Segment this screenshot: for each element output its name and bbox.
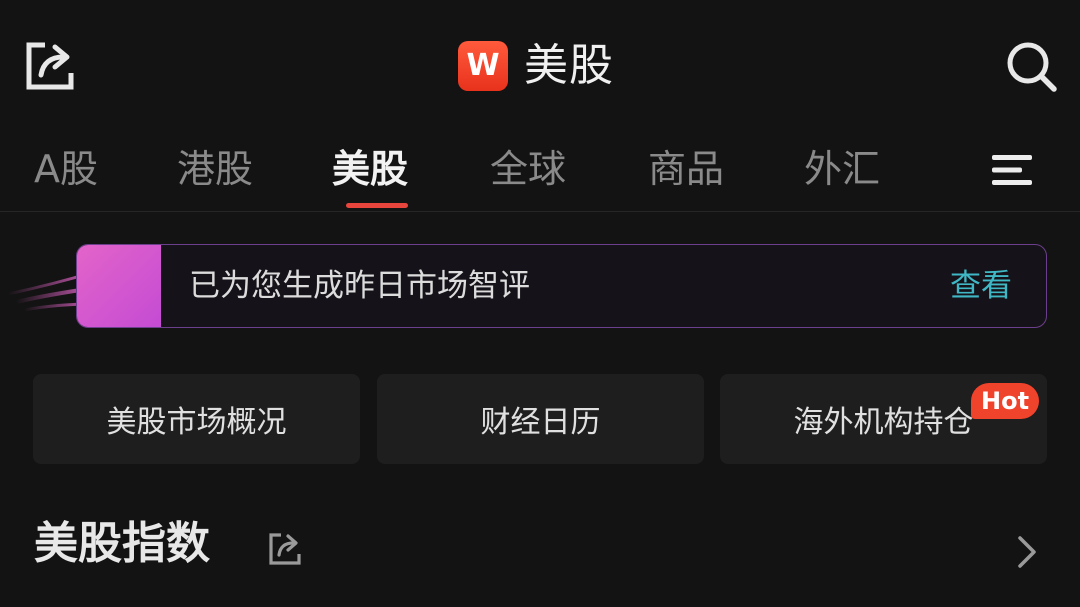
card-label: 美股市场概况 [106, 405, 287, 440]
page-title: 美股 [524, 40, 614, 91]
share-button[interactable] [22, 38, 78, 94]
tab-global[interactable]: 全球 [490, 144, 566, 194]
card-label: 海外机构持仓 [793, 405, 974, 440]
logo-letter: W [466, 48, 500, 83]
search-icon [1007, 42, 1057, 92]
header-title-group: W 美股 [458, 40, 614, 92]
tab-hk-stocks[interactable]: 港股 [177, 144, 253, 194]
share-out-icon [26, 42, 74, 90]
app-logo: W [458, 41, 508, 91]
banner-message: 已为您生成昨日市场智评 [189, 268, 530, 304]
search-button[interactable] [1003, 38, 1061, 96]
chevron-right-icon[interactable] [1010, 530, 1044, 574]
ai-market-review-banner[interactable]: 已为您生成昨日市场智评 查看 [76, 244, 1047, 328]
section-share-icon[interactable] [266, 530, 304, 568]
hot-badge: Hot [971, 383, 1040, 419]
tab-us-stocks[interactable]: 美股 [332, 144, 408, 194]
menu-lines-icon [992, 155, 1032, 185]
tab-a-shares[interactable]: A股 [34, 144, 98, 194]
tab-commodities[interactable]: 商品 [648, 144, 724, 194]
market-tabs: A股 港股 美股 全球 商品 外汇 [0, 130, 1080, 212]
card-label: 财经日历 [480, 405, 601, 440]
banner-accent-block [77, 245, 161, 327]
us-market-overview-card[interactable]: 美股市场概况 [33, 374, 360, 464]
tab-forex[interactable]: 外汇 [804, 144, 880, 194]
top-header: W 美股 [0, 0, 1080, 130]
active-tab-indicator [346, 203, 408, 208]
app-screen: W 美股 A股 港股 美股 全球 商品 外汇 已为您生成昨日市场智评 查看 美股… [0, 0, 1080, 607]
financial-calendar-card[interactable]: 财经日历 [377, 374, 704, 464]
view-link[interactable]: 查看 [950, 245, 1012, 327]
tab-menu-button[interactable] [986, 150, 1038, 190]
us-index-section-title: 美股指数 [34, 518, 210, 569]
